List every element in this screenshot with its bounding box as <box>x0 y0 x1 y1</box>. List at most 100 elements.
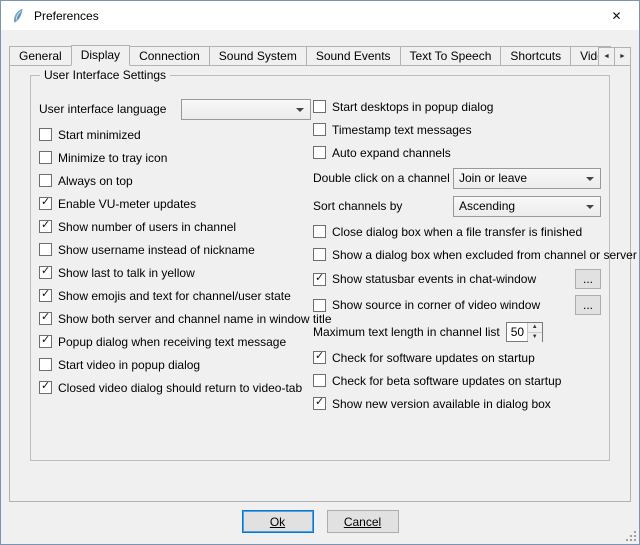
cancel-button[interactable]: Cancel <box>327 510 399 533</box>
checkbox-auto-expand-channels[interactable]: Auto expand channels <box>313 144 601 161</box>
checkbox-label: Show statusbar events in chat-window <box>332 272 567 286</box>
checkbox-label: Start video in popup dialog <box>58 358 200 372</box>
checkbox-new-version-dialog[interactable]: Show new version available in dialog box <box>313 395 601 412</box>
checkbox-box[interactable] <box>39 243 52 256</box>
double-click-label: Double click on a channel <box>313 171 453 185</box>
checkbox-beta-updates[interactable]: Check for beta software updates on start… <box>313 372 601 389</box>
tab-text-to-speech[interactable]: Text To Speech <box>400 46 502 66</box>
checkbox-label: Show emojis and text for channel/user st… <box>58 289 291 303</box>
checkbox-box[interactable] <box>39 312 52 325</box>
spinner-up-icon[interactable]: ▲ <box>528 323 542 333</box>
checkbox-box[interactable] <box>39 174 52 187</box>
checkbox-box[interactable] <box>39 266 52 279</box>
preferences-dialog: Preferences ✕ General Display Connection… <box>0 0 640 545</box>
checkbox-show-user-count[interactable]: Show number of users in channel <box>39 218 311 235</box>
max-text-length-label: Maximum text length in channel list <box>313 325 500 339</box>
window-title: Preferences <box>34 9 99 23</box>
video-source-more-button[interactable]: ... <box>575 295 601 315</box>
checkbox-label: Check for beta software updates on start… <box>332 374 561 388</box>
checkbox-box[interactable] <box>313 273 326 286</box>
tab-shortcuts[interactable]: Shortcuts <box>500 46 571 66</box>
tab-sound-system[interactable]: Sound System <box>209 46 307 66</box>
language-row: User interface language <box>39 98 311 120</box>
right-column: Start desktops in popup dialog Timestamp… <box>313 98 601 412</box>
tab-connection[interactable]: Connection <box>129 46 210 66</box>
checkbox-server-channel-in-title[interactable]: Show both server and channel name in win… <box>39 310 311 327</box>
app-icon <box>10 8 26 24</box>
checkbox-start-video-popup[interactable]: Start video in popup dialog <box>39 356 311 373</box>
sort-channels-combobox-value: Ascending <box>459 199 515 213</box>
statusbar-events-row: Show statusbar events in chat-window ... <box>313 269 601 289</box>
checkbox-label: Check for software updates on startup <box>332 351 535 365</box>
checkbox-dialog-when-excluded[interactable]: Show a dialog box when excluded from cha… <box>313 246 601 263</box>
max-text-length-spinner[interactable]: 50 ▲ ▼ <box>506 322 543 342</box>
language-combobox[interactable] <box>181 99 311 120</box>
tab-sound-events[interactable]: Sound Events <box>306 46 401 66</box>
checkbox-always-on-top[interactable]: Always on top <box>39 172 311 189</box>
sort-channels-row: Sort channels by Ascending <box>313 195 601 217</box>
checkbox-start-desktops-popup[interactable]: Start desktops in popup dialog <box>313 98 601 115</box>
cancel-button-label: Cancel <box>344 515 381 529</box>
checkbox-show-emojis[interactable]: Show emojis and text for channel/user st… <box>39 287 311 304</box>
checkbox-label: Show number of users in channel <box>58 220 236 234</box>
language-label: User interface language <box>39 102 181 116</box>
checkbox-box[interactable] <box>313 123 326 136</box>
tab-display[interactable]: Display <box>71 45 130 66</box>
checkbox-close-dialog-file-transfer[interactable]: Close dialog box when a file transfer is… <box>313 223 601 240</box>
checkbox-box[interactable] <box>313 397 326 410</box>
checkbox-box[interactable] <box>39 220 52 233</box>
title-bar[interactable]: Preferences ✕ <box>1 1 639 30</box>
close-icon[interactable]: ✕ <box>594 1 639 30</box>
checkbox-box[interactable] <box>39 128 52 141</box>
chevron-down-icon <box>586 205 594 209</box>
checkbox-closed-video-return[interactable]: Closed video dialog should return to vid… <box>39 379 311 396</box>
checkbox-label: Show both server and channel name in win… <box>58 312 332 326</box>
checkbox-box[interactable] <box>39 289 52 302</box>
dialog-button-row: Ok Cancel <box>1 510 639 533</box>
checkbox-label: Show username instead of nickname <box>58 243 255 257</box>
statusbar-events-more-button[interactable]: ... <box>575 269 601 289</box>
checkbox-start-minimized[interactable]: Start minimized <box>39 126 311 143</box>
tab-scroll-left-icon[interactable]: ◄ <box>598 47 615 66</box>
checkbox-box[interactable] <box>313 100 326 113</box>
checkbox-box[interactable] <box>313 225 326 238</box>
checkbox-box[interactable] <box>39 381 52 394</box>
checkbox-label: Show last to talk in yellow <box>58 266 195 280</box>
checkbox-enable-vu-meter[interactable]: Enable VU-meter updates <box>39 195 311 212</box>
checkbox-label: Start minimized <box>58 128 141 142</box>
checkbox-box[interactable] <box>39 197 52 210</box>
chevron-down-icon <box>296 108 304 112</box>
double-click-combobox[interactable]: Join or leave <box>453 168 601 189</box>
checkbox-box[interactable] <box>39 358 52 371</box>
sort-channels-combobox[interactable]: Ascending <box>453 196 601 217</box>
checkbox-popup-text-message[interactable]: Popup dialog when receiving text message <box>39 333 311 350</box>
checkbox-timestamp-messages[interactable]: Timestamp text messages <box>313 121 601 138</box>
ok-button[interactable]: Ok <box>242 510 314 533</box>
checkbox-box[interactable] <box>313 351 326 364</box>
checkbox-show-username[interactable]: Show username instead of nickname <box>39 241 311 258</box>
checkbox-label: Popup dialog when receiving text message <box>58 335 286 349</box>
checkbox-box[interactable] <box>313 374 326 387</box>
spinner-value[interactable]: 50 <box>507 323 527 341</box>
checkbox-box[interactable] <box>39 335 52 348</box>
checkbox-label: Show a dialog box when excluded from cha… <box>332 248 637 262</box>
checkbox-box[interactable] <box>39 151 52 164</box>
checkbox-label: Auto expand channels <box>332 146 451 160</box>
checkbox-box[interactable] <box>313 146 326 159</box>
user-interface-settings-group: User Interface Settings User interface l… <box>30 75 610 461</box>
resize-grip[interactable] <box>624 529 637 542</box>
tab-bar: General Display Connection Sound System … <box>9 45 611 66</box>
checkbox-label: Show new version available in dialog box <box>332 397 551 411</box>
spinner-down-icon[interactable]: ▼ <box>528 333 542 342</box>
checkbox-label: Closed video dialog should return to vid… <box>58 381 302 395</box>
left-column: User interface language Start minimized … <box>39 98 311 396</box>
checkbox-minimize-to-tray[interactable]: Minimize to tray icon <box>39 149 311 166</box>
checkbox-software-updates[interactable]: Check for software updates on startup <box>313 349 601 366</box>
checkbox-box[interactable] <box>313 248 326 261</box>
checkbox-box[interactable] <box>313 299 326 312</box>
tab-general[interactable]: General <box>9 46 72 66</box>
checkbox-last-talk-yellow[interactable]: Show last to talk in yellow <box>39 264 311 281</box>
tab-scroll-right-icon[interactable]: ► <box>614 47 631 66</box>
group-title: User Interface Settings <box>40 68 170 82</box>
checkbox-label: Timestamp text messages <box>332 123 472 137</box>
